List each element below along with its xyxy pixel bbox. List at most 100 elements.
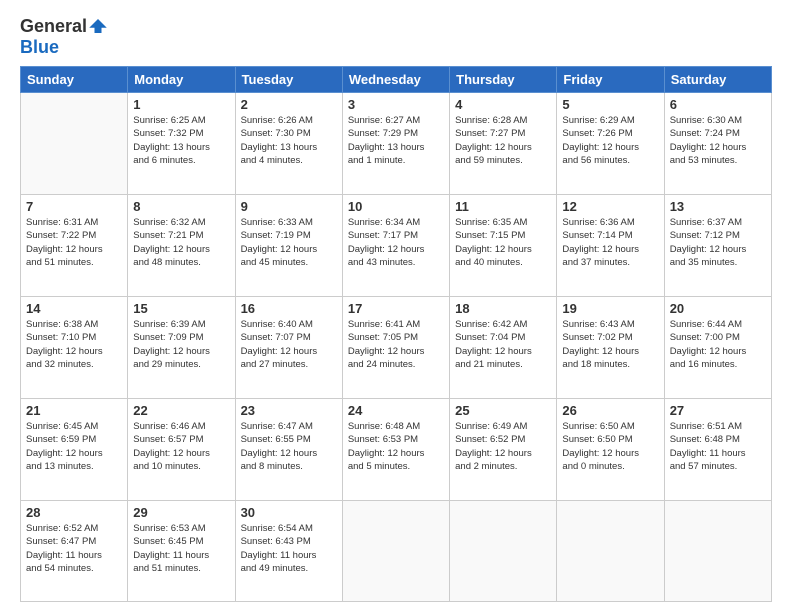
- day-number: 24: [348, 403, 444, 418]
- calendar-cell: 28 Sunrise: 6:52 AM Sunset: 6:47 PM Dayli…: [21, 501, 128, 602]
- day-info: Sunrise: 6:53 AM Sunset: 6:45 PM Dayligh…: [133, 522, 229, 575]
- day-number: 18: [455, 301, 551, 316]
- calendar-cell: [664, 501, 771, 602]
- calendar-cell: 14 Sunrise: 6:38 AM Sunset: 7:10 PM Dayli…: [21, 297, 128, 399]
- day-number: 19: [562, 301, 658, 316]
- day-info: Sunrise: 6:38 AM Sunset: 7:10 PM Dayligh…: [26, 318, 122, 371]
- day-info: Sunrise: 6:51 AM Sunset: 6:48 PM Dayligh…: [670, 420, 766, 473]
- calendar-cell: 20 Sunrise: 6:44 AM Sunset: 7:00 PM Dayli…: [664, 297, 771, 399]
- weekday-header-thursday: Thursday: [450, 67, 557, 93]
- calendar-cell: [21, 93, 128, 195]
- day-number: 12: [562, 199, 658, 214]
- weekday-header-sunday: Sunday: [21, 67, 128, 93]
- day-info: Sunrise: 6:31 AM Sunset: 7:22 PM Dayligh…: [26, 216, 122, 269]
- day-number: 4: [455, 97, 551, 112]
- calendar-week-row: 14 Sunrise: 6:38 AM Sunset: 7:10 PM Dayli…: [21, 297, 772, 399]
- page: General Blue SundayMondayTuesdayWednesda…: [0, 0, 792, 612]
- day-info: Sunrise: 6:26 AM Sunset: 7:30 PM Dayligh…: [241, 114, 337, 167]
- weekday-header-row: SundayMondayTuesdayWednesdayThursdayFrid…: [21, 67, 772, 93]
- day-number: 13: [670, 199, 766, 214]
- day-number: 6: [670, 97, 766, 112]
- day-number: 28: [26, 505, 122, 520]
- calendar-cell: [557, 501, 664, 602]
- calendar-cell: 27 Sunrise: 6:51 AM Sunset: 6:48 PM Dayli…: [664, 399, 771, 501]
- logo-icon: [89, 19, 107, 33]
- day-number: 17: [348, 301, 444, 316]
- logo-blue: Blue: [20, 37, 59, 57]
- calendar-cell: 7 Sunrise: 6:31 AM Sunset: 7:22 PM Daylig…: [21, 195, 128, 297]
- calendar-cell: [450, 501, 557, 602]
- day-number: 23: [241, 403, 337, 418]
- calendar-cell: 8Sunrise: 6:32 AM Sunset: 7:21 PM Daylig…: [128, 195, 235, 297]
- day-number: 22: [133, 403, 229, 418]
- calendar-cell: 13Sunrise: 6:37 AM Sunset: 7:12 PM Dayli…: [664, 195, 771, 297]
- calendar-cell: 29 Sunrise: 6:53 AM Sunset: 6:45 PM Dayli…: [128, 501, 235, 602]
- day-info: Sunrise: 6:27 AM Sunset: 7:29 PM Dayligh…: [348, 114, 444, 167]
- day-info: Sunrise: 6:44 AM Sunset: 7:00 PM Dayligh…: [670, 318, 766, 371]
- calendar-cell: 19 Sunrise: 6:43 AM Sunset: 7:02 PM Dayli…: [557, 297, 664, 399]
- day-number: 25: [455, 403, 551, 418]
- day-number: 21: [26, 403, 122, 418]
- day-number: 15: [133, 301, 229, 316]
- day-number: 27: [670, 403, 766, 418]
- calendar-cell: 22 Sunrise: 6:46 AM Sunset: 6:57 PM Dayli…: [128, 399, 235, 501]
- day-info: Sunrise: 6:33 AM Sunset: 7:19 PM Dayligh…: [241, 216, 337, 269]
- day-info: Sunrise: 6:35 AM Sunset: 7:15 PM Dayligh…: [455, 216, 551, 269]
- calendar-table: SundayMondayTuesdayWednesdayThursdayFrid…: [20, 66, 772, 602]
- calendar-cell: 3 Sunrise: 6:27 AM Sunset: 7:29 PM Daylig…: [342, 93, 449, 195]
- day-info: Sunrise: 6:34 AM Sunset: 7:17 PM Dayligh…: [348, 216, 444, 269]
- calendar-week-row: 21 Sunrise: 6:45 AM Sunset: 6:59 PM Dayli…: [21, 399, 772, 501]
- calendar-week-row: 28 Sunrise: 6:52 AM Sunset: 6:47 PM Dayli…: [21, 501, 772, 602]
- calendar-cell: 11 Sunrise: 6:35 AM Sunset: 7:15 PM Dayli…: [450, 195, 557, 297]
- day-number: 30: [241, 505, 337, 520]
- weekday-header-tuesday: Tuesday: [235, 67, 342, 93]
- day-number: 1: [133, 97, 229, 112]
- calendar-body: 1Sunrise: 6:25 AM Sunset: 7:32 PM Daylig…: [21, 93, 772, 602]
- day-number: 29: [133, 505, 229, 520]
- calendar-cell: 18Sunrise: 6:42 AM Sunset: 7:04 PM Dayli…: [450, 297, 557, 399]
- day-number: 2: [241, 97, 337, 112]
- day-info: Sunrise: 6:30 AM Sunset: 7:24 PM Dayligh…: [670, 114, 766, 167]
- day-number: 11: [455, 199, 551, 214]
- day-info: Sunrise: 6:39 AM Sunset: 7:09 PM Dayligh…: [133, 318, 229, 371]
- day-info: Sunrise: 6:43 AM Sunset: 7:02 PM Dayligh…: [562, 318, 658, 371]
- day-info: Sunrise: 6:46 AM Sunset: 6:57 PM Dayligh…: [133, 420, 229, 473]
- day-number: 3: [348, 97, 444, 112]
- day-number: 5: [562, 97, 658, 112]
- calendar-cell: 1Sunrise: 6:25 AM Sunset: 7:32 PM Daylig…: [128, 93, 235, 195]
- calendar-cell: 30 Sunrise: 6:54 AM Sunset: 6:43 PM Dayli…: [235, 501, 342, 602]
- calendar-cell: 4 Sunrise: 6:28 AM Sunset: 7:27 PM Daylig…: [450, 93, 557, 195]
- day-number: 7: [26, 199, 122, 214]
- logo: General Blue: [20, 16, 107, 58]
- calendar-cell: 2 Sunrise: 6:26 AM Sunset: 7:30 PM Daylig…: [235, 93, 342, 195]
- header: General Blue: [20, 16, 772, 58]
- day-info: Sunrise: 6:36 AM Sunset: 7:14 PM Dayligh…: [562, 216, 658, 269]
- day-number: 14: [26, 301, 122, 316]
- day-info: Sunrise: 6:28 AM Sunset: 7:27 PM Dayligh…: [455, 114, 551, 167]
- day-number: 8: [133, 199, 229, 214]
- calendar-cell: 6 Sunrise: 6:30 AM Sunset: 7:24 PM Daylig…: [664, 93, 771, 195]
- day-info: Sunrise: 6:54 AM Sunset: 6:43 PM Dayligh…: [241, 522, 337, 575]
- calendar-cell: [342, 501, 449, 602]
- day-number: 20: [670, 301, 766, 316]
- day-info: Sunrise: 6:45 AM Sunset: 6:59 PM Dayligh…: [26, 420, 122, 473]
- calendar-cell: 15 Sunrise: 6:39 AM Sunset: 7:09 PM Dayli…: [128, 297, 235, 399]
- day-number: 16: [241, 301, 337, 316]
- day-info: Sunrise: 6:49 AM Sunset: 6:52 PM Dayligh…: [455, 420, 551, 473]
- day-number: 10: [348, 199, 444, 214]
- day-info: Sunrise: 6:52 AM Sunset: 6:47 PM Dayligh…: [26, 522, 122, 575]
- calendar-week-row: 1Sunrise: 6:25 AM Sunset: 7:32 PM Daylig…: [21, 93, 772, 195]
- calendar-week-row: 7 Sunrise: 6:31 AM Sunset: 7:22 PM Daylig…: [21, 195, 772, 297]
- day-number: 26: [562, 403, 658, 418]
- day-info: Sunrise: 6:41 AM Sunset: 7:05 PM Dayligh…: [348, 318, 444, 371]
- calendar-cell: 26 Sunrise: 6:50 AM Sunset: 6:50 PM Dayli…: [557, 399, 664, 501]
- calendar-cell: 12 Sunrise: 6:36 AM Sunset: 7:14 PM Dayli…: [557, 195, 664, 297]
- day-number: 9: [241, 199, 337, 214]
- day-info: Sunrise: 6:50 AM Sunset: 6:50 PM Dayligh…: [562, 420, 658, 473]
- day-info: Sunrise: 6:47 AM Sunset: 6:55 PM Dayligh…: [241, 420, 337, 473]
- calendar-cell: 10 Sunrise: 6:34 AM Sunset: 7:17 PM Dayli…: [342, 195, 449, 297]
- day-info: Sunrise: 6:29 AM Sunset: 7:26 PM Dayligh…: [562, 114, 658, 167]
- calendar-cell: 5 Sunrise: 6:29 AM Sunset: 7:26 PM Daylig…: [557, 93, 664, 195]
- weekday-header-monday: Monday: [128, 67, 235, 93]
- weekday-header-saturday: Saturday: [664, 67, 771, 93]
